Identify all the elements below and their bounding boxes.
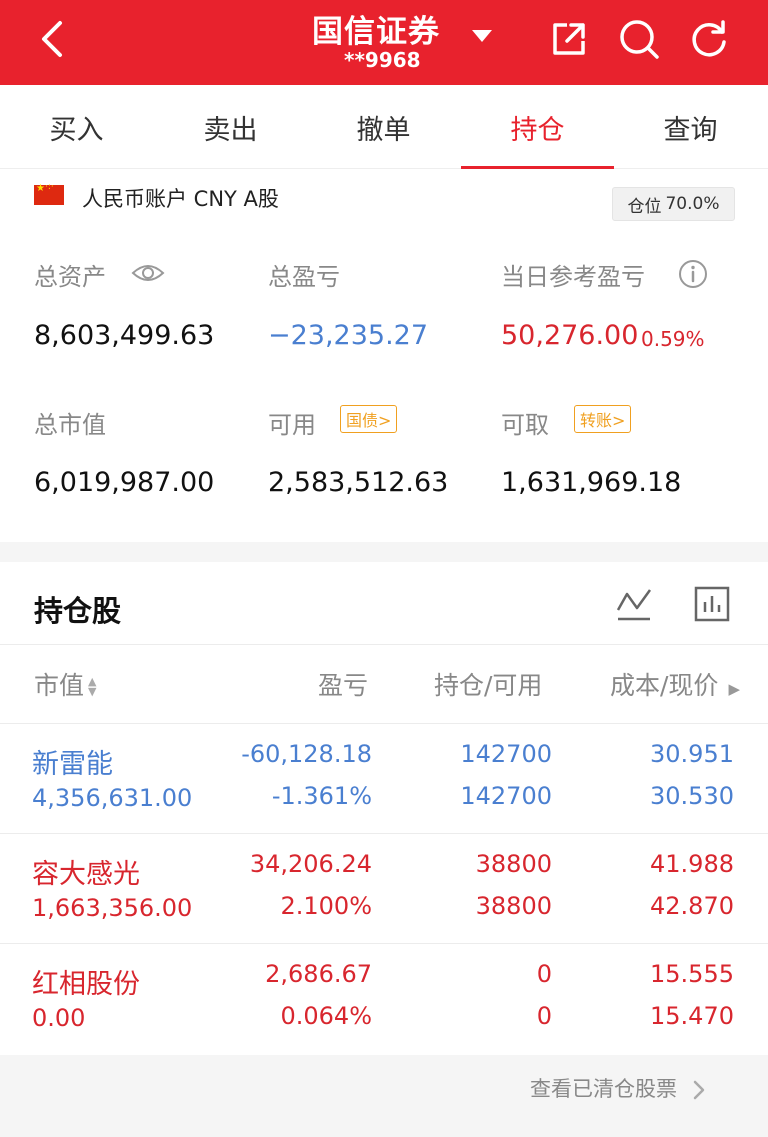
- daily-pnl-value: 50,276.00: [501, 320, 639, 351]
- withdrawable-label: 可取: [501, 411, 549, 439]
- tab-sell[interactable]: 卖出: [154, 85, 307, 169]
- broker-title: 国信证券: [312, 14, 440, 50]
- daily-pnl-label: 当日参考盈亏: [501, 263, 645, 291]
- holdings-panel: 持仓股 市值 ▲ ▼ 盈亏 持仓/可用 成本/现价 ▶ 新雷能 4,356,631.0…: [0, 562, 768, 1055]
- stock-price: 15.470: [650, 1002, 734, 1030]
- divider: [0, 644, 768, 645]
- column-cost-price-label: 成本/现价: [610, 671, 719, 700]
- broker-selector[interactable]: 国信证券 **9968: [280, 0, 492, 85]
- stock-price: 30.530: [650, 782, 734, 810]
- bar-view-button[interactable]: [690, 582, 734, 626]
- app-header: 国信证券 **9968: [0, 0, 768, 85]
- column-market-value-label: 市值: [34, 671, 85, 700]
- stock-pnl-percent: 0.064%: [280, 1002, 372, 1030]
- stock-available: 38800: [475, 892, 552, 920]
- refresh-button[interactable]: [686, 16, 732, 62]
- stock-market-value: 0.00: [32, 1004, 86, 1032]
- china-flag-icon: [34, 182, 64, 205]
- stock-pnl-percent: -1.361%: [271, 782, 372, 810]
- total-assets-label: 总资产: [34, 263, 106, 291]
- total-pnl-value: −23,235.27: [268, 320, 429, 351]
- daily-pnl-percent: 0.59%: [641, 327, 705, 351]
- total-pnl-label: 总盈亏: [268, 263, 340, 291]
- holdings-title: 持仓股: [34, 594, 122, 628]
- stock-cost: 15.555: [650, 960, 734, 988]
- column-market-value[interactable]: 市值 ▲ ▼: [34, 666, 96, 702]
- eye-icon[interactable]: [131, 261, 165, 285]
- account-number: **9968: [344, 48, 421, 72]
- sort-icon: ▲ ▼: [88, 675, 97, 698]
- caret-down-icon: [472, 30, 492, 42]
- tab-cancel-order[interactable]: 撤单: [307, 85, 460, 169]
- tab-buy[interactable]: 买入: [0, 85, 153, 169]
- position-ratio-badge[interactable]: 仓位 70.0%: [612, 187, 735, 221]
- available-value: 2,583,512.63: [268, 467, 449, 498]
- column-position[interactable]: 持仓/可用: [434, 666, 542, 702]
- table-row[interactable]: 新雷能 4,356,631.00 -60,128.18 -1.361% 1427…: [0, 723, 768, 833]
- search-icon: [620, 20, 659, 59]
- position-ratio-label: 仓位: [627, 196, 662, 217]
- transfer-button[interactable]: 转账>: [574, 405, 632, 433]
- table-row[interactable]: 红相股份 0.00 2,686.67 0.064% 0 0 15.555 15.…: [0, 943, 768, 1053]
- line-chart-icon: [616, 589, 652, 621]
- tab-holdings[interactable]: 持仓: [461, 85, 614, 169]
- stock-pnl: 34,206.24: [249, 850, 372, 878]
- share-button[interactable]: [546, 16, 592, 62]
- trade-tabs: 买入 卖出 撤单 持仓 查询: [0, 85, 768, 169]
- stock-name: 新雷能: [32, 749, 113, 780]
- stock-name: 容大感光: [32, 859, 140, 890]
- withdrawable-value: 1,631,969.18: [501, 467, 682, 498]
- stock-pnl: 2,686.67: [265, 960, 372, 988]
- back-button[interactable]: [28, 14, 78, 64]
- market-value-label: 总市值: [34, 411, 106, 439]
- stock-cost: 41.988: [650, 850, 734, 878]
- account-summary: 人民币账户 CNY A股 仓位70.0% 总资产 总盈亏 当日参考盈亏 8,60…: [0, 169, 768, 542]
- refresh-icon: [692, 20, 726, 57]
- search-button[interactable]: [616, 16, 662, 62]
- stock-market-value: 4,356,631.00: [32, 784, 193, 812]
- stock-price: 42.870: [650, 892, 734, 920]
- stock-position: 38800: [475, 850, 552, 878]
- bar-chart-icon: [694, 586, 730, 622]
- stock-position: 142700: [460, 740, 552, 768]
- trend-view-button[interactable]: [612, 582, 656, 626]
- stock-name: 红相股份: [32, 969, 140, 1000]
- treasury-bond-button[interactable]: 国债>: [340, 405, 398, 433]
- info-icon[interactable]: [678, 259, 708, 289]
- share-icon: [553, 23, 585, 55]
- stock-pnl: -60,128.18: [241, 740, 372, 768]
- column-pnl[interactable]: 盈亏: [318, 666, 368, 702]
- stock-cost: 30.951: [650, 740, 734, 768]
- total-assets-value: 8,603,499.63: [34, 320, 215, 351]
- tab-query[interactable]: 查询: [614, 85, 767, 169]
- stock-available: 0: [536, 1002, 552, 1030]
- caret-right-icon: ▶: [728, 680, 740, 698]
- position-ratio-value: 70.0%: [665, 194, 720, 214]
- account-type-label: 人民币账户 CNY A股: [82, 187, 279, 211]
- column-cost-price[interactable]: 成本/现价 ▶: [610, 666, 740, 702]
- view-cleared-stocks-label: 查看已清仓股票: [530, 1077, 677, 1101]
- stock-available: 142700: [460, 782, 552, 810]
- stock-pnl-percent: 2.100%: [280, 892, 372, 920]
- stock-position: 0: [536, 960, 552, 988]
- view-cleared-stocks-link[interactable]: 查看已清仓股票: [530, 1073, 706, 1103]
- table-row[interactable]: 容大感光 1,663,356.00 34,206.24 2.100% 38800…: [0, 833, 768, 943]
- chevron-left-icon: [42, 21, 62, 57]
- chevron-right-icon: [693, 1080, 704, 1100]
- available-label: 可用: [268, 411, 316, 439]
- stock-market-value: 1,663,356.00: [32, 894, 193, 922]
- market-value-value: 6,019,987.00: [34, 467, 215, 498]
